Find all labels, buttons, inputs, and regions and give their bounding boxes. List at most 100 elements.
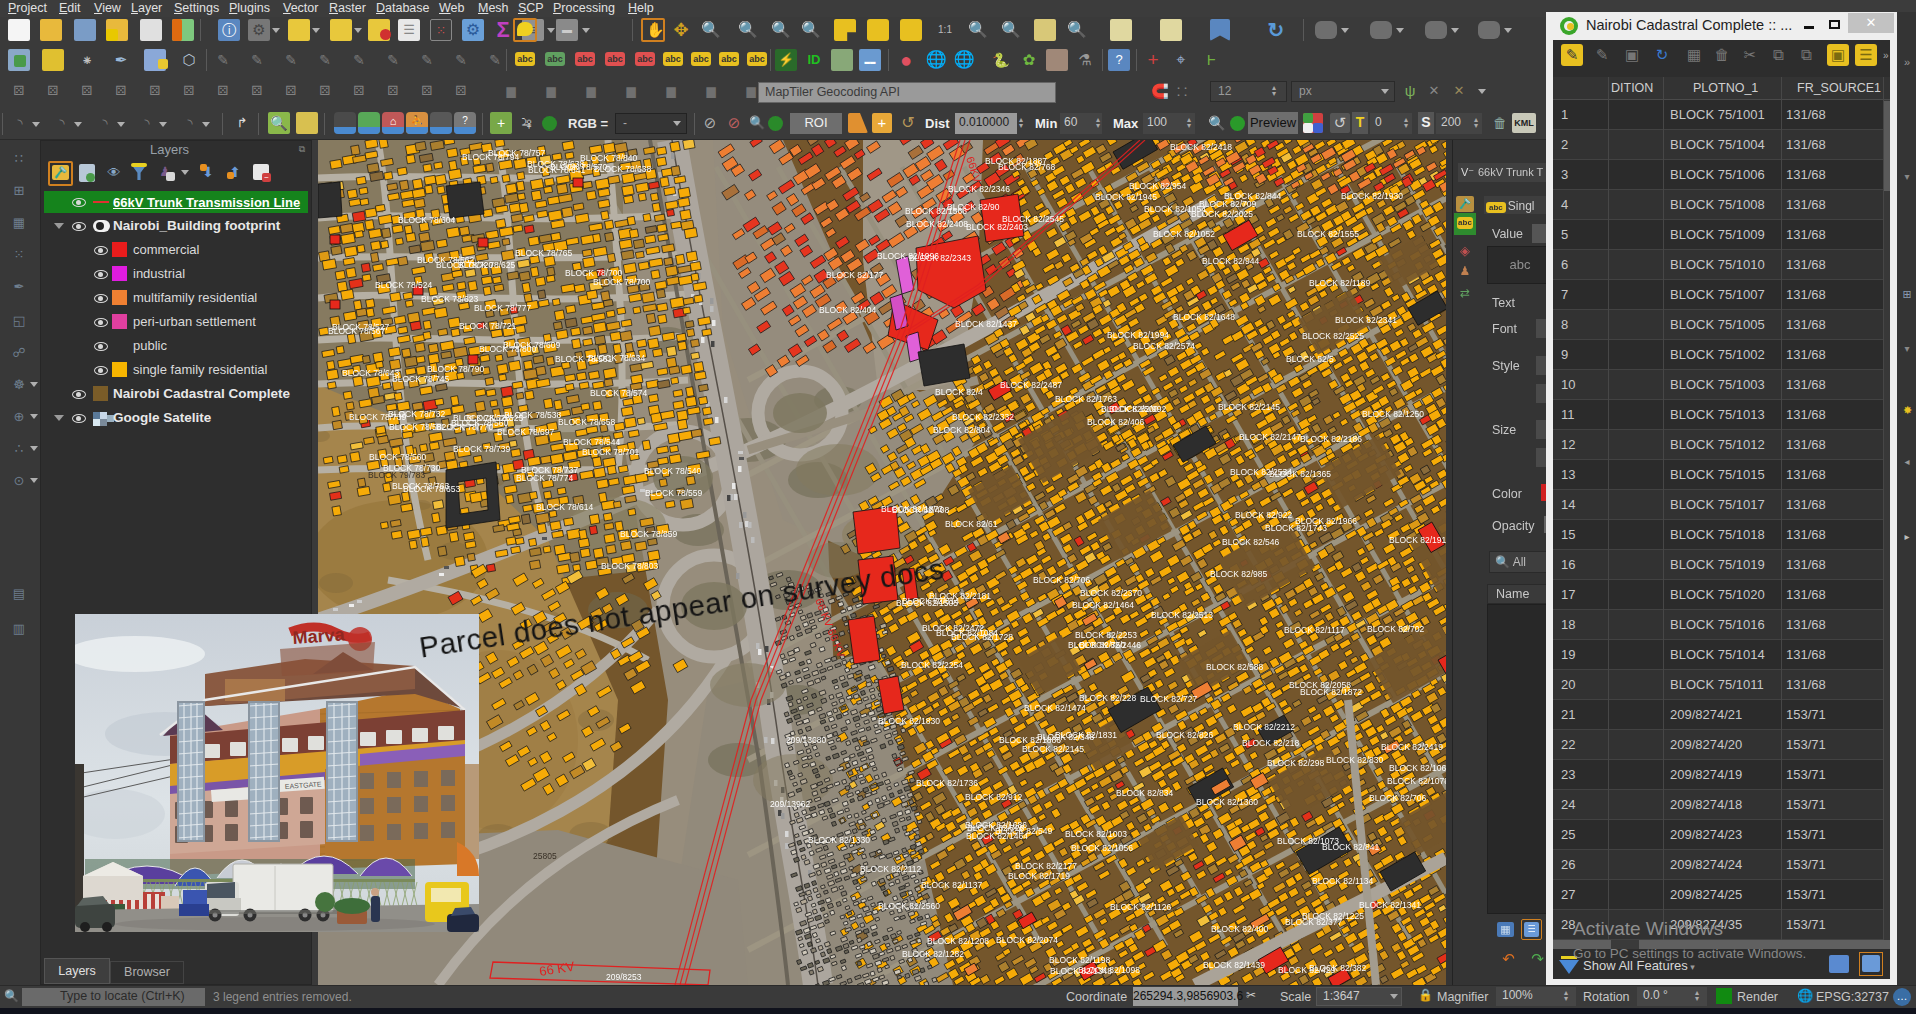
svg-text:BLOCK 82/1056: BLOCK 82/1056 (1071, 843, 1133, 853)
svg-text:BLOCK 82/2370: BLOCK 82/2370 (1080, 588, 1142, 598)
svg-text:BLOCK 82/1052: BLOCK 82/1052 (1153, 229, 1215, 239)
svg-text:BLOCK 82/750: BLOCK 82/750 (1068, 640, 1125, 650)
svg-text:BLOCK 82/1728: BLOCK 82/1728 (951, 632, 1013, 642)
svg-text:BLOCK 82/1830: BLOCK 82/1830 (878, 716, 940, 726)
svg-text:BLOCK 82/2025: BLOCK 82/2025 (1191, 209, 1253, 219)
svg-text:BLOCK 82/588: BLOCK 82/588 (1206, 662, 1263, 672)
svg-text:BLOCK 82/1736: BLOCK 82/1736 (916, 778, 978, 788)
svg-text:BLOCK 82/1439: BLOCK 82/1439 (1203, 960, 1265, 970)
svg-text:BLOCK 82/2525: BLOCK 82/2525 (1302, 331, 1364, 341)
svg-text:BLOCK 78/625: BLOCK 78/625 (458, 260, 515, 270)
svg-text:BLOCK 82/702: BLOCK 82/702 (1367, 624, 1424, 634)
svg-text:BLOCK 82/841: BLOCK 82/841 (1322, 842, 1379, 852)
svg-text:BLOCK 82/1555: BLOCK 82/1555 (1297, 229, 1359, 239)
svg-text:BLOCK 78/582: BLOCK 78/582 (389, 422, 446, 432)
svg-text:BLOCK 78/859: BLOCK 78/859 (620, 529, 677, 539)
svg-text:BLOCK 82/1719: BLOCK 82/1719 (1008, 871, 1070, 881)
svg-text:BLOCK 82/4: BLOCK 82/4 (935, 387, 983, 397)
svg-text:BLOCK 82/2058: BLOCK 82/2058 (1289, 680, 1351, 690)
svg-text:BLOCK 78/794: BLOCK 78/794 (462, 152, 519, 162)
svg-text:BLOCK 79/783: BLOCK 79/783 (368, 470, 425, 480)
svg-text:BLOCK 82/2212: BLOCK 82/2212 (1233, 722, 1295, 732)
svg-text:BLOCK 78/777: BLOCK 78/777 (474, 303, 531, 313)
svg-text:BLOCK 82/1341: BLOCK 82/1341 (1359, 900, 1421, 910)
svg-text:BLOCK 82/1966: BLOCK 82/1966 (1295, 516, 1357, 526)
svg-text:BLOCK 82/1996: BLOCK 82/1996 (877, 251, 939, 261)
svg-text:BLOCK 82/2418: BLOCK 82/2418 (1170, 142, 1232, 152)
svg-text:BLOCK 82/2145: BLOCK 82/2145 (1218, 402, 1280, 412)
svg-text:209/8253: 209/8253 (606, 972, 642, 982)
svg-text:BLOCK 78/544: BLOCK 78/544 (563, 437, 620, 447)
svg-text:209/13962: 209/13962 (770, 799, 810, 809)
svg-text:BLOCK 82/408: BLOCK 82/408 (892, 505, 949, 515)
svg-text:BLOCK 82/2534: BLOCK 82/2534 (1230, 467, 1292, 477)
svg-text:BLOCK 78/540: BLOCK 78/540 (644, 466, 701, 476)
svg-text:BLOCK 82/985: BLOCK 82/985 (1210, 569, 1267, 579)
svg-text:BLOCK 82/406: BLOCK 82/406 (1087, 417, 1144, 427)
svg-text:BLOCK 78/765: BLOCK 78/765 (515, 248, 572, 258)
svg-text:BLOCK 82/992: BLOCK 82/992 (1109, 404, 1166, 414)
svg-text:BLOCK 82/826: BLOCK 82/826 (1156, 730, 1213, 740)
svg-text:BLOCK 78/643: BLOCK 78/643 (342, 368, 399, 378)
svg-text:209/13680: 209/13680 (786, 735, 826, 745)
svg-text:BLOCK 82/1250: BLOCK 82/1250 (1362, 409, 1424, 419)
svg-text:BLOCK 82/1911: BLOCK 82/1911 (1389, 535, 1446, 545)
svg-text:BLOCK 82/2513: BLOCK 82/2513 (1151, 610, 1213, 620)
svg-text:BLOCK 82/1134: BLOCK 82/1134 (1312, 876, 1374, 886)
svg-text:BLOCK 82/1464: BLOCK 82/1464 (1072, 600, 1134, 610)
svg-text:BLOCK 78/634: BLOCK 78/634 (588, 353, 645, 363)
svg-text:BLOCK 82/2145: BLOCK 82/2145 (1022, 744, 1084, 754)
svg-text:BLOCK 82/2147: BLOCK 82/2147 (1239, 432, 1301, 442)
svg-text:BLOCK 82/1474: BLOCK 82/1474 (1024, 703, 1086, 713)
svg-text:BLOCK 82/912: BLOCK 82/912 (965, 792, 1022, 802)
svg-text:BLOCK 82/1225: BLOCK 82/1225 (1302, 911, 1364, 921)
svg-text:BLOCK 82/1360: BLOCK 82/1360 (1196, 797, 1258, 807)
svg-text:BLOCK 78/732: BLOCK 78/732 (388, 409, 445, 419)
svg-text:BLOCK 82/804: BLOCK 82/804 (933, 425, 990, 435)
svg-text:BLOCK 82/429: BLOCK 82/429 (1278, 965, 1335, 975)
svg-text:BLOCK 82/2254: BLOCK 82/2254 (901, 660, 963, 670)
svg-text:BLOCK 82/1063: BLOCK 82/1063 (1389, 763, 1446, 773)
svg-text:BLOCK 82/2487: BLOCK 82/2487 (1000, 380, 1062, 390)
svg-text:BLOCK 82/2253: BLOCK 82/2253 (1075, 630, 1137, 640)
svg-text:BLOCK 82/298: BLOCK 82/298 (1267, 758, 1324, 768)
svg-text:BLOCK 82/2346: BLOCK 82/2346 (948, 184, 1010, 194)
svg-text:BLOCK 78/840: BLOCK 78/840 (580, 153, 637, 163)
svg-text:BLOCK 82/2472: BLOCK 82/2472 (922, 623, 984, 633)
svg-text:BLOCK 78/790: BLOCK 78/790 (427, 364, 484, 374)
svg-text:BLOCK 78/614: BLOCK 78/614 (536, 502, 593, 512)
svg-text:BLOCK 82/844: BLOCK 82/844 (1224, 191, 1281, 201)
svg-text:BLOCK 82/404: BLOCK 82/404 (819, 305, 876, 315)
svg-text:BLOCK 78/763: BLOCK 78/763 (392, 481, 449, 491)
svg-text:BLOCK 82/218: BLOCK 82/218 (1242, 738, 1299, 748)
svg-text:BLOCK 82/814: BLOCK 82/814 (902, 596, 959, 606)
svg-text:BLOCK 82/2560: BLOCK 82/2560 (878, 901, 940, 911)
svg-text:BLOCK 82/706: BLOCK 82/706 (1033, 575, 1090, 585)
svg-text:BLOCK 78/604: BLOCK 78/604 (398, 215, 455, 225)
svg-text:BLOCK 78/721: BLOCK 78/721 (459, 321, 516, 331)
svg-text:BLOCK 82/727: BLOCK 82/727 (1140, 694, 1197, 704)
svg-text:BLOCK 82/1208: BLOCK 82/1208 (927, 936, 989, 946)
svg-text:BLOCK 78/803: BLOCK 78/803 (601, 561, 658, 571)
svg-text:BLOCK 82/2403: BLOCK 82/2403 (966, 222, 1028, 232)
svg-text:BLOCK 82/228: BLOCK 82/228 (1079, 693, 1136, 703)
svg-text:BLOCK 78/527: BLOCK 78/527 (332, 322, 389, 332)
svg-text:BLOCK 82/1117: BLOCK 82/1117 (1284, 625, 1345, 635)
svg-text:BLOCK 78/658: BLOCK 78/658 (558, 417, 615, 427)
svg-text:BLOCK 78/737: BLOCK 78/737 (521, 465, 578, 475)
svg-text:BLOCK 82/1078: BLOCK 82/1078 (1387, 776, 1446, 786)
svg-text:BLOCK 82/1330: BLOCK 82/1330 (808, 835, 870, 845)
svg-text:BLOCK 82/90: BLOCK 82/90 (947, 202, 1000, 212)
svg-text:BLOCK 82/1887: BLOCK 82/1887 (985, 156, 1047, 166)
svg-text:BLOCK 78/697: BLOCK 78/697 (497, 427, 554, 437)
svg-text:BLOCK 82/1282: BLOCK 82/1282 (902, 949, 964, 959)
svg-text:BLOCK 78/623: BLOCK 78/623 (421, 294, 478, 304)
svg-text:BLOCK 82/2177: BLOCK 82/2177 (1015, 861, 1077, 871)
svg-text:BLOCK 82/1945: BLOCK 82/1945 (1095, 192, 1157, 202)
svg-text:BLOCK 82/830: BLOCK 82/830 (1326, 755, 1383, 765)
svg-text:BLOCK 78/609: BLOCK 78/609 (503, 340, 560, 350)
svg-text:BLOCK 82/2341: BLOCK 82/2341 (1335, 315, 1397, 325)
svg-text:BLOCK 82/1126: BLOCK 82/1126 (1110, 902, 1172, 912)
svg-text:BLOCK 82/1198: BLOCK 82/1198 (1049, 955, 1111, 965)
svg-text:BLOCK 82/5: BLOCK 82/5 (1286, 354, 1334, 364)
